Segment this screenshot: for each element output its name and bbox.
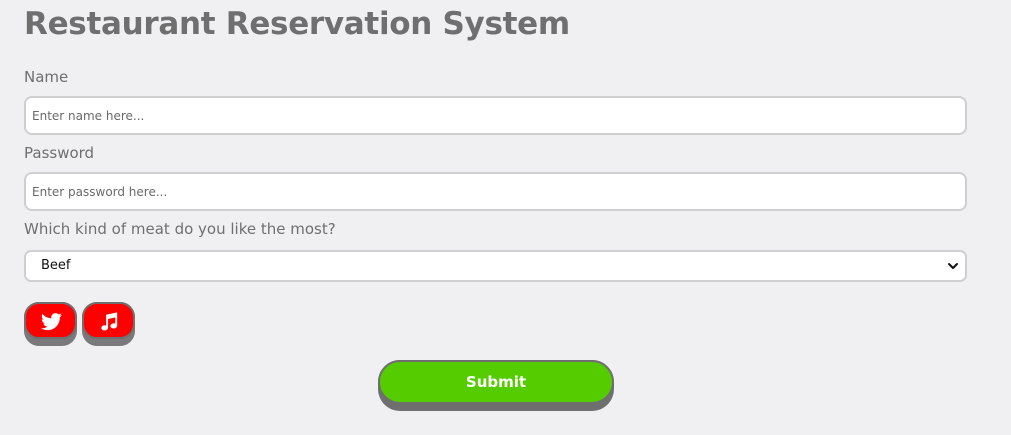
chevron-down-icon: [948, 263, 958, 269]
twitter-icon: [40, 313, 63, 331]
music-button[interactable]: [82, 302, 135, 346]
page-title: Restaurant Reservation System: [24, 6, 570, 42]
reservation-page: Restaurant Reservation System Name Passw…: [0, 0, 1011, 435]
password-input[interactable]: [24, 172, 967, 211]
password-label: Password: [24, 144, 95, 162]
music-button-face: [82, 302, 135, 339]
meat-select[interactable]: Beef: [24, 250, 967, 282]
submit-button[interactable]: Submit: [378, 360, 614, 411]
submit-button-label: Submit: [378, 360, 614, 404]
meat-question-label: Which kind of meat do you like the most?: [24, 220, 336, 238]
music-icon: [101, 312, 118, 331]
meat-select-value: Beef: [41, 258, 71, 273]
name-label: Name: [24, 68, 69, 86]
twitter-button[interactable]: [24, 302, 77, 346]
name-input[interactable]: [24, 96, 967, 135]
twitter-button-face: [24, 302, 77, 339]
